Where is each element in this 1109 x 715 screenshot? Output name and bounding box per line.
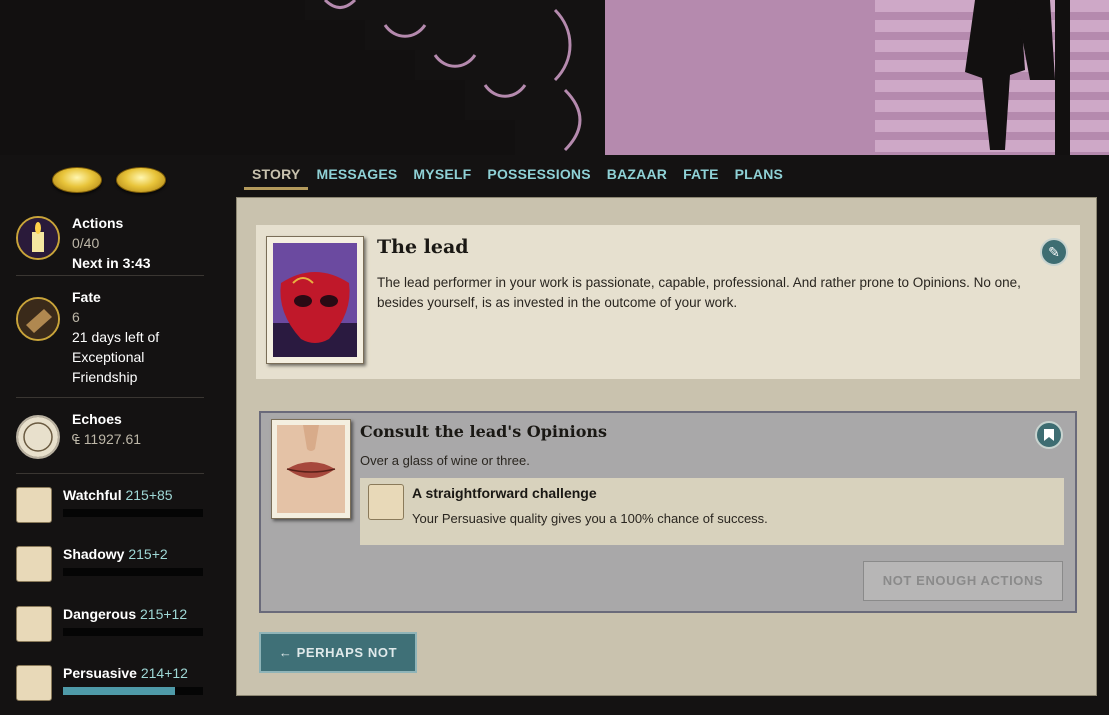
fate-stat: Fate 6 21 days left of Exceptional Frien… <box>16 287 204 387</box>
story-panel: The lead The lead performer in your work… <box>236 197 1097 696</box>
fate-value: 6 <box>72 309 80 325</box>
tab-messages[interactable]: MESSAGES <box>308 160 405 190</box>
quality-progress-bar <box>63 628 203 636</box>
challenge-box: A straightforward challenge Your Persuas… <box>360 478 1064 545</box>
quality-progress-fill <box>63 687 175 695</box>
tab-possessions[interactable]: POSSESSIONS <box>479 160 598 190</box>
fate-note[interactable]: 21 days left of Exceptional Friendship <box>72 327 212 387</box>
quality-bonus: +2 <box>151 546 168 562</box>
quality-value: 215 <box>128 546 152 562</box>
header-banner <box>0 0 1109 155</box>
actions-next: Next in 3:43 <box>72 255 151 271</box>
quality-value: 214 <box>140 665 165 681</box>
quality-name: Persuasive <box>63 665 137 681</box>
quality-watchful[interactable]: Watchful 215+85 <box>16 487 206 537</box>
fate-label: Fate <box>72 289 101 305</box>
arrow-left-icon: ← <box>278 645 297 660</box>
actions-value: 0/40 <box>72 235 100 251</box>
tab-plans[interactable]: PLANS <box>727 160 791 190</box>
tab-myself[interactable]: MYSELF <box>405 160 479 190</box>
cat-icon <box>16 546 52 582</box>
branch-description: Over a glass of wine or three. <box>360 453 530 468</box>
staircase-illustration <box>265 0 605 155</box>
candle-icon <box>16 216 60 260</box>
quality-bonus: +12 <box>163 606 188 622</box>
quality-persuasive[interactable]: Persuasive 214+12 <box>16 665 206 715</box>
quality-value: 215 <box>125 487 149 503</box>
divider <box>16 473 204 474</box>
echoes-stat: Echoes ₠ 11927.61 <box>16 409 204 469</box>
quality-bonus: +12 <box>164 665 188 681</box>
echoes-label: Echoes <box>72 411 122 427</box>
actions-stat: Actions 0/40 Next in 3:43 <box>16 213 204 273</box>
divider <box>16 397 204 398</box>
perhaps-not-label: PERHAPS NOT <box>296 645 398 660</box>
quality-dangerous[interactable]: Dangerous 215+12 <box>16 606 206 656</box>
quality-progress-bar <box>63 568 203 576</box>
quality-value: 215 <box>140 606 164 622</box>
quality-progress-bar <box>63 687 203 695</box>
echoes-value: 11927.61 <box>83 431 142 447</box>
sidebar: Actions 0/40 Next in 3:43 Fate 6 21 days… <box>0 155 220 701</box>
branch: Consult the lead's Opinions Over a glass… <box>259 411 1077 613</box>
book-icon <box>16 297 60 341</box>
divider <box>16 275 204 276</box>
quality-name: Shadowy <box>63 546 125 562</box>
quality-progress-bar <box>63 509 203 517</box>
quality-shadowy[interactable]: Shadowy 215+2 <box>16 546 206 596</box>
bookmark-icon[interactable] <box>1035 421 1063 449</box>
echo-coin-icon <box>16 415 60 459</box>
branch-card <box>271 419 351 519</box>
quality-name: Watchful <box>63 487 122 503</box>
branch-title: Consult the lead's Opinions <box>360 422 608 441</box>
fox-icon <box>368 484 404 520</box>
edit-icon[interactable]: ✎ <box>1040 238 1068 266</box>
coin-decoration <box>52 167 180 198</box>
quality-bonus: +85 <box>148 487 173 503</box>
challenge-description: Your Persuasive quality gives you a 100%… <box>412 511 768 526</box>
perhaps-not-button[interactable]: ← PERHAPS NOT <box>259 632 417 673</box>
storylet: The lead The lead performer in your work… <box>256 225 1080 379</box>
storylet-title: The lead <box>377 236 469 258</box>
quality-name: Dangerous <box>63 606 137 622</box>
bear-icon <box>16 606 52 642</box>
not-enough-actions-button[interactable]: NOT ENOUGH ACTIONS <box>863 561 1063 601</box>
red-mask-icon <box>273 243 357 357</box>
lips-icon <box>277 425 345 513</box>
challenge-title: A straightforward challenge <box>412 485 597 501</box>
tab-story[interactable]: STORY <box>244 160 309 190</box>
actions-label: Actions <box>72 215 124 231</box>
fox-icon <box>16 487 52 523</box>
tab-fate[interactable]: FATE <box>675 160 727 190</box>
main-tabs: STORY MESSAGES MYSELF POSSESSIONS BAZAAR FATE… <box>244 160 791 196</box>
echo-currency-icon: ₠ <box>72 431 80 447</box>
tab-bazaar[interactable]: BAZAAR <box>599 160 675 190</box>
gold-coin-icon <box>52 167 102 193</box>
storylet-description: The lead performer in your work is passi… <box>377 275 1021 310</box>
gold-coin-icon <box>116 167 166 193</box>
storylet-card <box>266 236 364 364</box>
figure-silhouette <box>965 0 1070 155</box>
